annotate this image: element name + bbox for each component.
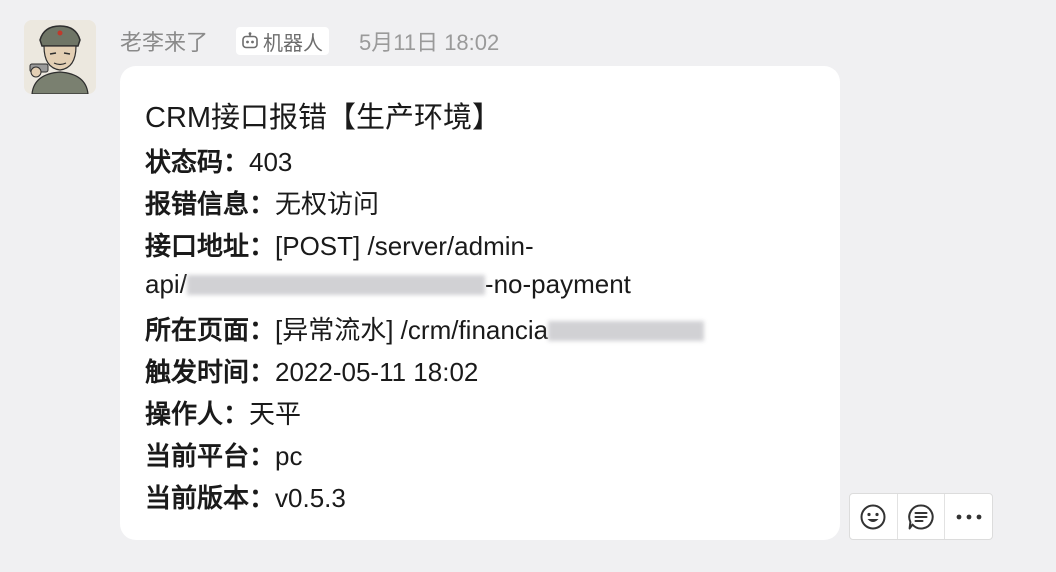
api-path-prefix: api/ bbox=[145, 269, 187, 299]
field-value: pc bbox=[275, 441, 303, 471]
field-operator: 操作人：天平 bbox=[145, 394, 301, 431]
field-value: 天平 bbox=[249, 399, 302, 429]
field-label: 接口地址： bbox=[145, 231, 276, 261]
reply-icon bbox=[908, 503, 934, 529]
field-status-code: 状态码：403 bbox=[145, 142, 292, 179]
message-bubble[interactable]: CRM接口报错【生产环境】 状态码：403 报错信息：无权访问 接口地址：[PO… bbox=[120, 66, 840, 540]
avatar[interactable] bbox=[24, 20, 96, 94]
sender-name[interactable]: 老李来了 bbox=[120, 25, 208, 57]
field-label: 当前版本： bbox=[145, 483, 276, 513]
field-api-address: 接口地址：[POST] /server/admin- bbox=[145, 226, 534, 263]
field-value: 无权访问 bbox=[275, 189, 380, 219]
redacted-text bbox=[186, 275, 485, 295]
message-timestamp: 5月11日 18:02 bbox=[359, 30, 500, 55]
message-title: CRM接口报错【生产环境】 bbox=[145, 102, 502, 134]
robot-icon bbox=[242, 32, 258, 49]
field-label: 报错信息： bbox=[145, 189, 276, 219]
more-icon bbox=[956, 514, 982, 519]
reply-button[interactable] bbox=[898, 494, 946, 539]
field-api-address-continued: api/ -no-payment bbox=[145, 269, 631, 300]
field-value: 2022-05-11 18:02 bbox=[275, 357, 479, 387]
field-trigger-time: 触发时间：2022-05-11 18:02 bbox=[145, 352, 478, 389]
field-value: [异常流水] /crm/financia bbox=[275, 315, 549, 345]
field-value: 403 bbox=[249, 147, 293, 177]
field-error-info: 报错信息：无权访问 bbox=[145, 184, 379, 221]
field-label: 触发时间： bbox=[145, 357, 276, 387]
field-value: v0.5.3 bbox=[275, 483, 346, 513]
redacted-text bbox=[548, 321, 705, 341]
field-label: 所在页面： bbox=[145, 315, 276, 345]
message-header: 老李来了 机器人 5月11日 18:02 bbox=[120, 26, 499, 56]
more-button[interactable] bbox=[945, 494, 992, 539]
field-label: 状态码： bbox=[145, 147, 250, 177]
emoji-reaction-button[interactable] bbox=[850, 494, 898, 539]
emoji-reaction-icon bbox=[860, 504, 886, 529]
field-value: [POST] /server/admin- bbox=[275, 231, 534, 261]
field-platform: 当前平台：pc bbox=[145, 436, 302, 473]
bot-tag: 机器人 bbox=[236, 27, 330, 55]
message-actions bbox=[849, 493, 993, 540]
field-version: 当前版本：v0.5.3 bbox=[145, 478, 346, 515]
api-path-suffix: -no-payment bbox=[484, 269, 631, 299]
bot-tag-label: 机器人 bbox=[263, 32, 324, 55]
field-label: 当前平台： bbox=[145, 441, 276, 471]
field-label: 操作人： bbox=[145, 399, 250, 429]
field-page: 所在页面：[异常流水] /crm/financia bbox=[145, 310, 705, 347]
